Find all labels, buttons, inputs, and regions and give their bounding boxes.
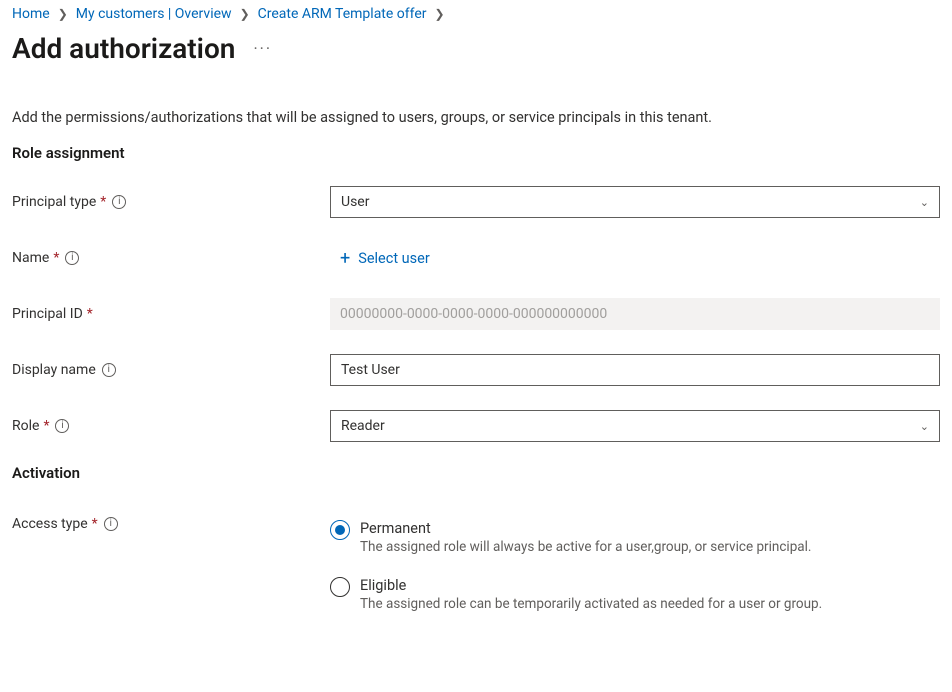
info-icon[interactable]: i (102, 363, 116, 377)
required-indicator: * (87, 306, 93, 322)
label-access-type: Access type * i (12, 516, 330, 532)
radio-icon (330, 520, 350, 540)
row-principal-id: Principal ID * 00000000-0000-0000-0000-0… (12, 294, 940, 334)
info-icon[interactable]: i (104, 517, 118, 531)
label-text: Access type (12, 516, 88, 532)
option-description: The assigned role can be temporarily act… (360, 596, 822, 612)
required-indicator: * (92, 516, 98, 532)
breadcrumb: Home ❯ My customers | Overview ❯ Create … (12, 0, 940, 28)
label-principal-type: Principal type * i (12, 194, 330, 210)
required-indicator: * (53, 250, 59, 266)
principal-type-select[interactable]: User ⌄ (330, 186, 940, 218)
breadcrumb-item-customers[interactable]: My customers | Overview (76, 6, 232, 22)
info-icon[interactable]: i (112, 195, 126, 209)
label-text: Role (12, 418, 39, 434)
page-title-row: Add authorization ··· (12, 32, 940, 65)
chevron-right-icon: ❯ (240, 7, 250, 21)
page-title: Add authorization (12, 32, 235, 65)
row-principal-type: Principal type * i User ⌄ (12, 182, 940, 222)
breadcrumb-item-create-offer[interactable]: Create ARM Template offer (258, 6, 427, 22)
chevron-right-icon: ❯ (58, 7, 68, 21)
chevron-down-icon: ⌄ (920, 420, 929, 433)
link-text: Select user (358, 250, 430, 267)
more-actions-button[interactable]: ··· (253, 39, 272, 58)
label-text: Principal type (12, 194, 96, 210)
info-icon[interactable]: i (65, 251, 79, 265)
role-select[interactable]: Reader ⌄ (330, 410, 940, 442)
select-value: Reader (341, 418, 385, 434)
option-label: Eligible (360, 577, 822, 594)
row-access-type: Access type * i Permanent The assigned r… (12, 516, 940, 612)
radio-option-permanent[interactable]: Permanent The assigned role will always … (330, 520, 940, 555)
section-heading-activation: Activation (12, 464, 940, 482)
label-text: Name (12, 250, 49, 266)
option-description: The assigned role will always be active … (360, 539, 811, 555)
access-type-radio-group: Permanent The assigned role will always … (330, 516, 940, 612)
label-text: Principal ID (12, 306, 83, 322)
label-name: Name * i (12, 250, 330, 266)
principal-id-field: 00000000-0000-0000-0000-000000000000 (330, 298, 940, 330)
label-display-name: Display name i (12, 362, 330, 378)
info-icon[interactable]: i (55, 419, 69, 433)
placeholder-text: 00000000-0000-0000-0000-000000000000 (340, 306, 607, 322)
select-value: User (341, 194, 369, 210)
display-name-input[interactable] (330, 354, 940, 386)
row-display-name: Display name i (12, 350, 940, 390)
row-name: Name * i + Select user (12, 238, 940, 278)
radio-text: Permanent The assigned role will always … (360, 520, 811, 555)
chevron-right-icon: ❯ (435, 7, 445, 21)
label-principal-id: Principal ID * (12, 306, 330, 322)
radio-option-eligible[interactable]: Eligible The assigned role can be tempor… (330, 577, 940, 612)
radio-text: Eligible The assigned role can be tempor… (360, 577, 822, 612)
section-heading-role-assignment: Role assignment (12, 144, 940, 162)
required-indicator: * (43, 418, 49, 434)
required-indicator: * (100, 194, 106, 210)
radio-icon (330, 577, 350, 597)
plus-icon: + (340, 250, 350, 268)
chevron-down-icon: ⌄ (920, 196, 929, 209)
label-text: Display name (12, 362, 96, 378)
option-label: Permanent (360, 520, 811, 537)
row-role: Role * i Reader ⌄ (12, 406, 940, 446)
breadcrumb-item-home[interactable]: Home (12, 6, 50, 22)
page-intro: Add the permissions/authorizations that … (12, 109, 940, 126)
label-role: Role * i (12, 418, 330, 434)
select-user-link[interactable]: + Select user (330, 250, 430, 268)
